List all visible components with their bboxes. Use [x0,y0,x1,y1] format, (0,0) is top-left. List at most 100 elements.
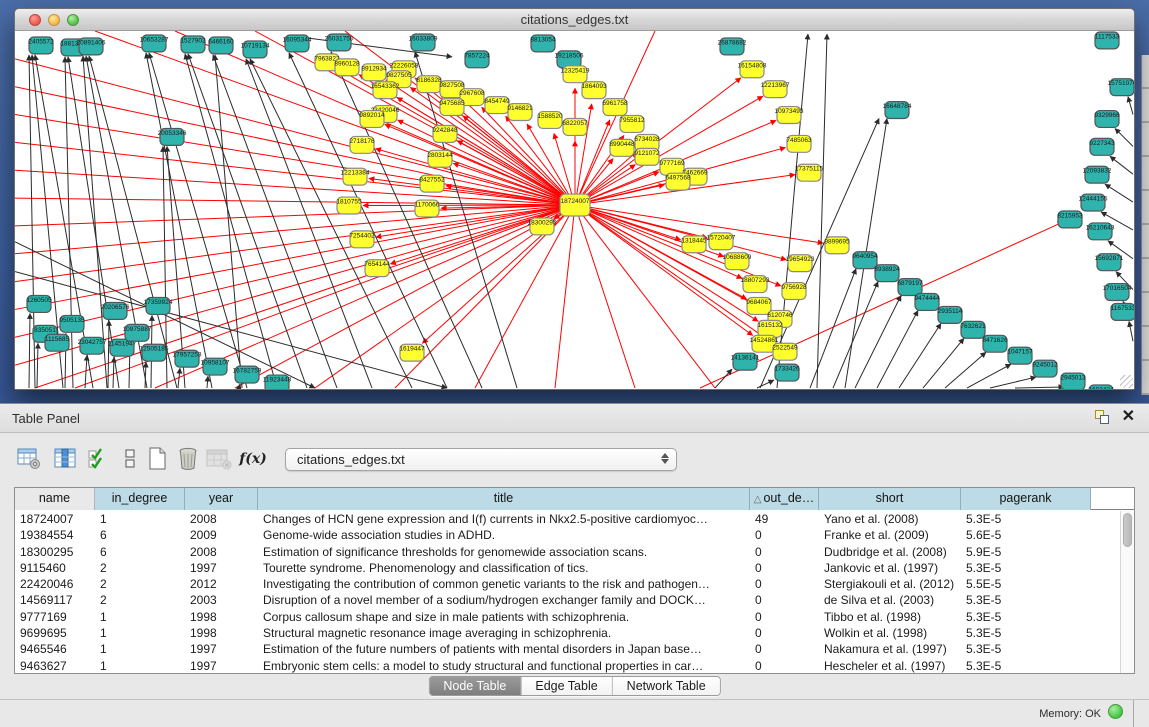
node-label: 12093832 [1083,168,1112,175]
function-builder-icon[interactable]: f(x) [240,446,266,472]
reference-edge[interactable] [1115,128,1133,146]
reference-edge[interactable] [990,377,1036,388]
node-label: 6822057 [562,120,588,127]
table-cell: 18300295 [15,544,95,560]
node-label: 9827508 [439,82,465,89]
node-label: 1167533 [1111,305,1134,312]
table-cell: 1997 [185,658,258,673]
table-panel: Table Panel ✕ [0,403,1149,727]
reference-edge[interactable] [1105,184,1133,202]
table-row[interactable]: 946362711997Embryonic stem cells: a mode… [15,658,1120,673]
scrollbar-thumb[interactable] [1123,513,1132,547]
reference-edge[interactable] [207,376,208,388]
table-row[interactable]: 977716911998Corpus callosum shape and si… [15,609,1120,625]
table-cell: 9699695 [15,625,95,641]
table-vertical-scrollbar[interactable] [1120,511,1134,673]
reference-edge[interactable] [945,352,986,388]
window-titlebar[interactable]: citations_edges.txt [15,9,1134,31]
close-panel-icon[interactable]: ✕ [1122,409,1135,425]
reference-edge[interactable] [817,34,827,388]
citation-edge[interactable] [463,116,575,205]
citation-edge[interactable] [527,124,575,205]
node-label: 8912934 [361,65,387,72]
node-label: 10975887 [123,326,152,333]
reference-edge[interactable] [239,384,240,388]
tab-edge-table[interactable]: Edge Table [520,677,611,695]
citation-network-graph[interactable]: 2405572188130420891406106532871527902646… [15,31,1134,389]
table-cell: 2 [95,560,185,576]
column-select-icon[interactable] [52,446,78,472]
column-header-in_degree[interactable]: in_degree [95,488,185,510]
table-cell: 5.3E-5 [961,658,1091,673]
reference-edge[interactable] [1129,321,1133,341]
table-row[interactable]: 1872400712008Changes of HCN gene express… [15,511,1120,527]
column-header-out_de[interactable]: △out_de… [750,488,819,510]
table-row[interactable]: 1456911722003Disruption of a novel membe… [15,592,1120,608]
float-panel-icon[interactable] [1094,409,1110,425]
reference-edge[interactable] [29,313,30,388]
reference-edge[interactable] [833,282,878,388]
reference-edge[interactable] [37,343,38,388]
citation-edge[interactable] [15,198,575,205]
reference-edge[interactable] [289,53,447,388]
citation-edge[interactable] [575,205,753,335]
reference-edge[interactable] [855,296,901,388]
reference-edge[interactable] [108,320,109,388]
table-selector-dropdown[interactable]: citations_edges.txt [285,448,677,471]
reference-edge[interactable] [810,269,856,388]
table-row[interactable]: 969969511998Structural magnetic resonanc… [15,625,1120,641]
table-settings-icon[interactable] [16,446,42,472]
column-header-year[interactable]: year [185,488,258,510]
window-resize-grip[interactable] [1120,375,1133,388]
column-header-short[interactable]: short [819,488,961,510]
row-height-icon[interactable] [117,446,143,472]
tab-network-table[interactable]: Network Table [612,677,720,695]
reference-edge[interactable] [923,338,964,388]
citation-edge[interactable] [575,205,774,344]
reference-edge[interactable] [188,54,307,388]
reference-edge[interactable] [715,369,732,388]
citation-edge[interactable] [35,205,575,388]
citation-edge[interactable] [15,142,575,205]
table-cell: Tourette syndrome. Phenomenology and cla… [258,560,750,576]
reference-edge[interactable] [85,355,87,388]
column-header-title[interactable]: title [258,488,750,510]
citation-edge[interactable] [15,59,575,205]
reference-edge[interactable] [215,55,242,388]
network-canvas[interactable]: 2405572188130420891406106532871527902646… [15,31,1134,389]
table-row[interactable]: 1830029562008Estimation of significance … [15,544,1120,560]
reference-edge[interactable] [1015,387,1064,388]
table-cell: 1 [95,658,185,673]
table-row[interactable]: 2242004622012Investigating the contribut… [15,576,1120,592]
select-rows-icon[interactable] [85,446,111,472]
node-label: 9756928 [781,284,807,291]
citation-edge[interactable] [555,205,575,388]
reference-edge[interactable] [877,310,918,388]
citation-edge[interactable] [15,205,575,226]
new-table-icon[interactable] [144,446,170,472]
memory-status-indicator [1108,704,1123,719]
node-label: 17016504 [1103,285,1132,292]
tab-node-table[interactable]: Node Table [429,677,520,695]
table-cell: 6 [95,527,185,543]
table-cell: 5.6E-5 [961,527,1091,543]
table-row[interactable]: 1938455462009Genome-wide association stu… [15,527,1120,543]
table-cell: 0 [750,641,819,657]
node-label: 2718176 [349,138,375,145]
node-label: 2945013 [1060,375,1086,382]
column-header-name[interactable]: name [15,488,95,510]
node-label: 16648784 [883,103,912,110]
table-row[interactable]: 946554611997Estimation of the future num… [15,641,1120,657]
reference-edge[interactable] [1110,156,1133,174]
table-cell: 0 [750,592,819,608]
desktop: citations_edges.txt 24055721881304208914… [0,0,1149,727]
reference-edge[interactable] [757,380,774,388]
column-header-pagerank[interactable]: pagerank [961,488,1091,510]
reference-edge[interactable] [1128,97,1133,115]
table-cell: 5.5E-5 [961,576,1091,592]
table-row[interactable]: 911546021997Tourette syndrome. Phenomeno… [15,560,1120,576]
delete-table-icon[interactable] [175,446,201,472]
reference-edge[interactable] [899,323,941,388]
node-label: 23042757 [78,339,107,346]
citation-edge[interactable] [15,205,575,282]
